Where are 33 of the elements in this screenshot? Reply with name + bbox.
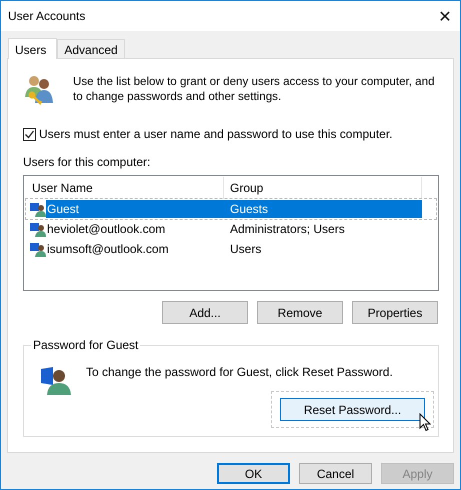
dialog-button[interactable]: Cancel <box>299 463 372 484</box>
user-name-cell-text: heviolet@outlook.com <box>46 221 166 238</box>
user-computer-icon <box>30 241 46 257</box>
list-row[interactable]: heviolet@outlook.com Administrators; Users <box>26 219 436 239</box>
checkbox[interactable] <box>23 128 36 140</box>
list-row[interactable]: Guest Guests <box>26 199 436 219</box>
password-hint-text: To change the password for Guest, click Reset Password. <box>86 364 393 379</box>
dialog-button[interactable]: OK <box>217 463 290 484</box>
checkbox-label: Users must enter a user name and password to use this computer. <box>39 127 393 141</box>
list-action-button[interactable]: Remove <box>257 301 343 324</box>
user-name-cell: Guest <box>46 200 224 218</box>
reset-password-button[interactable]: Reset Password... <box>280 398 425 421</box>
group-cell-text: Administrators; Users <box>229 221 346 238</box>
user-computer-icon <box>30 221 46 237</box>
user-computer-icon <box>38 365 72 395</box>
list-action-button[interactable]: Add... <box>162 301 248 324</box>
column-header[interactable]: User Name <box>26 177 224 199</box>
user-name-cell-text: isumsoft@outlook.com <box>46 241 170 258</box>
tab[interactable]: Users <box>8 38 58 59</box>
users-key-icon <box>23 73 55 105</box>
pointer-icon <box>419 413 431 432</box>
close-button[interactable]: ✕ <box>430 1 460 31</box>
list-label: Users for this computer: <box>23 155 152 169</box>
list-row[interactable]: isumsoft@outlook.com Users <box>26 239 436 259</box>
column-header[interactable]: Group <box>224 177 422 199</box>
user-computer-icon <box>30 201 46 217</box>
group-cell: Guests <box>224 200 422 218</box>
group-cell-text: Users <box>229 241 262 258</box>
group-title: Password for Guest <box>31 338 140 352</box>
intro-text: Use the list below to grant or deny users access to your computer, and to change passwords and other settings. <box>73 74 436 104</box>
window-title: User Accounts <box>8 9 86 23</box>
list-action-button[interactable]: Properties <box>352 301 438 324</box>
tab[interactable]: Advanced <box>57 39 125 58</box>
